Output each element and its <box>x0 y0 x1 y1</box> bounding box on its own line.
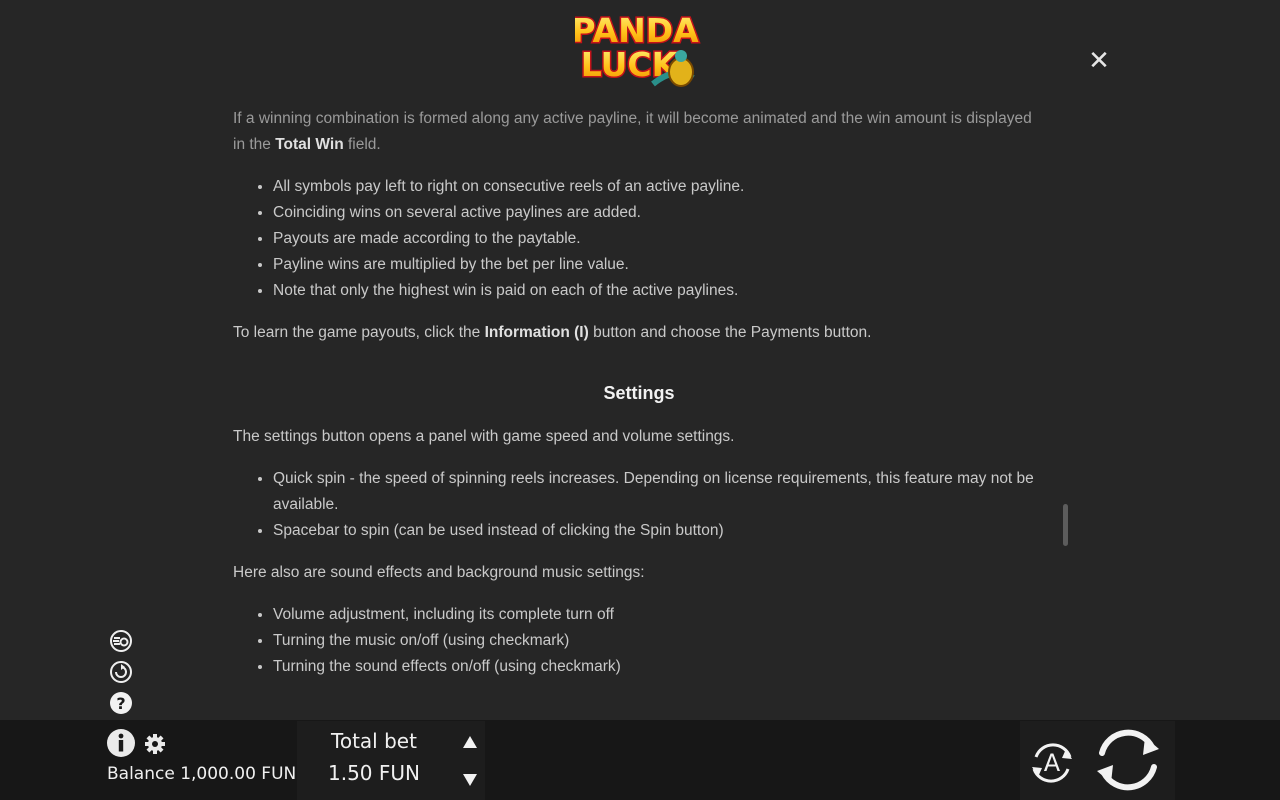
spin-button[interactable] <box>1093 727 1163 793</box>
bet-decrease-button[interactable] <box>462 773 478 787</box>
svg-text:?: ? <box>116 694 125 713</box>
bet-increase-button[interactable] <box>462 735 478 749</box>
sound-list: Volume adjustment, including its complet… <box>233 602 1045 680</box>
autoplay-label: A <box>1044 749 1061 777</box>
list-item: Note that only the highest win is paid o… <box>273 278 1045 304</box>
list-item: Turning the sound effects on/off (using … <box>273 654 1045 680</box>
list-item: Coinciding wins on several active paylin… <box>273 200 1045 226</box>
game-logo: PANDA LUCK <box>575 6 705 96</box>
autoplay-history-icon[interactable] <box>109 660 133 684</box>
scrollbar-thumb[interactable] <box>1063 504 1068 546</box>
total-bet-label: Total bet <box>331 729 417 753</box>
info-icon[interactable] <box>106 728 136 758</box>
sound-intro: Here also are sound effects and backgrou… <box>233 564 645 581</box>
gear-icon[interactable] <box>144 733 166 755</box>
payouts-paragraph: To learn the game payouts, click the Inf… <box>233 324 872 341</box>
intro-paragraph: If a winning combination is formed along… <box>233 110 1032 153</box>
list-item: Payouts are made according to the paytab… <box>273 226 1045 252</box>
bet-stepper <box>455 721 485 800</box>
settings-list: Quick spin - the speed of spinning reels… <box>233 466 1045 544</box>
total-bet-value: 1.50 FUN <box>328 761 420 785</box>
list-item: Turning the music on/off (using checkmar… <box>273 628 1045 654</box>
settings-heading: Settings <box>603 383 675 403</box>
list-item: All symbols pay left to right on consecu… <box>273 174 1045 200</box>
list-item: Quick spin - the speed of spinning reels… <box>273 466 1045 518</box>
help-icon[interactable]: ? <box>109 691 133 715</box>
list-item: Spacebar to spin (can be used instead of… <box>273 518 1045 544</box>
rules-content: If a winning combination is formed along… <box>233 106 1045 706</box>
balance-display: Balance 1,000.00 FUN <box>107 764 297 784</box>
settings-intro: The settings button opens a panel with g… <box>233 428 735 445</box>
autoplay-button[interactable]: A <box>1026 737 1078 789</box>
list-item: Payline wins are multiplied by the bet p… <box>273 252 1045 278</box>
payline-rules-list: All symbols pay left to right on consecu… <box>233 174 1045 304</box>
turbo-spin-icon[interactable] <box>109 629 133 653</box>
close-icon[interactable]: ✕ <box>1084 45 1114 75</box>
list-item: Volume adjustment, including its complet… <box>273 602 1045 628</box>
total-bet-panel: Total bet 1.50 FUN <box>297 721 455 800</box>
